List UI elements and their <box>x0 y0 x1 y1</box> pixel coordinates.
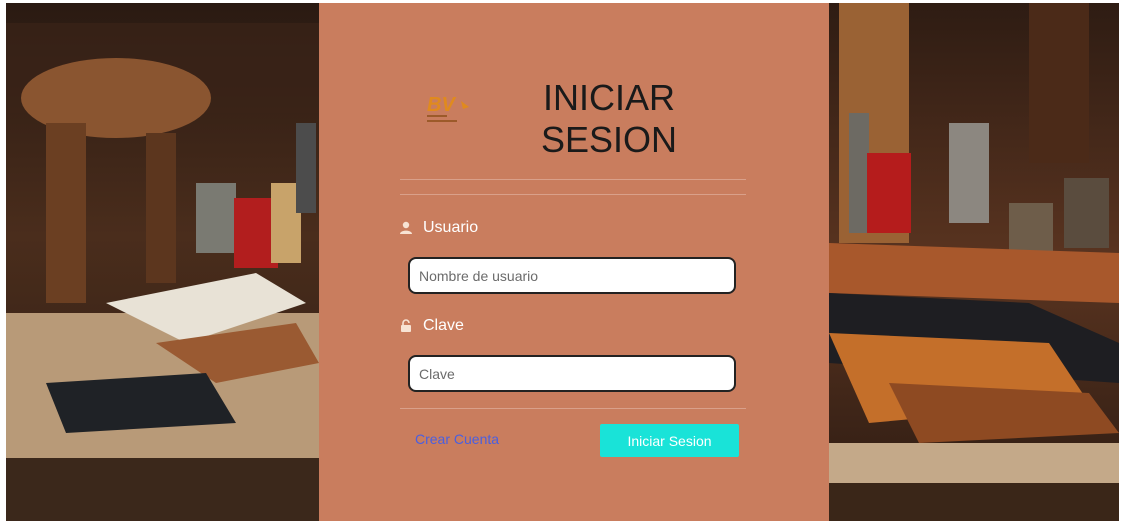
page-title: INICIAR SESION <box>529 77 689 161</box>
divider-top-2 <box>400 194 746 195</box>
title-line-2: SESION <box>540 119 678 160</box>
user-icon <box>399 221 413 235</box>
lock-icon <box>399 319 413 333</box>
workshop-background-left <box>6 3 319 521</box>
divider-bottom <box>400 408 746 409</box>
username-label-text: Usuario <box>423 219 479 236</box>
password-label: Clave <box>399 317 464 335</box>
create-account-link[interactable]: Crear Cuenta <box>415 431 499 447</box>
company-logo: BV <box>423 87 479 131</box>
username-input[interactable] <box>408 257 736 294</box>
login-page: BV INICIAR SESION Usuario Nombre de usua… <box>6 3 1119 521</box>
login-button[interactable]: Iniciar Sesion <box>600 424 739 457</box>
password-input[interactable] <box>408 355 736 392</box>
divider-top-1 <box>400 179 746 180</box>
username-label: Usuario <box>399 219 478 237</box>
svg-text:BV: BV <box>427 94 456 116</box>
password-label-text: Clave <box>423 317 464 334</box>
workshop-background-right <box>829 3 1119 521</box>
login-panel: BV INICIAR SESION Usuario Nombre de usua… <box>319 3 829 521</box>
title-line-1: INICIAR <box>542 77 675 118</box>
